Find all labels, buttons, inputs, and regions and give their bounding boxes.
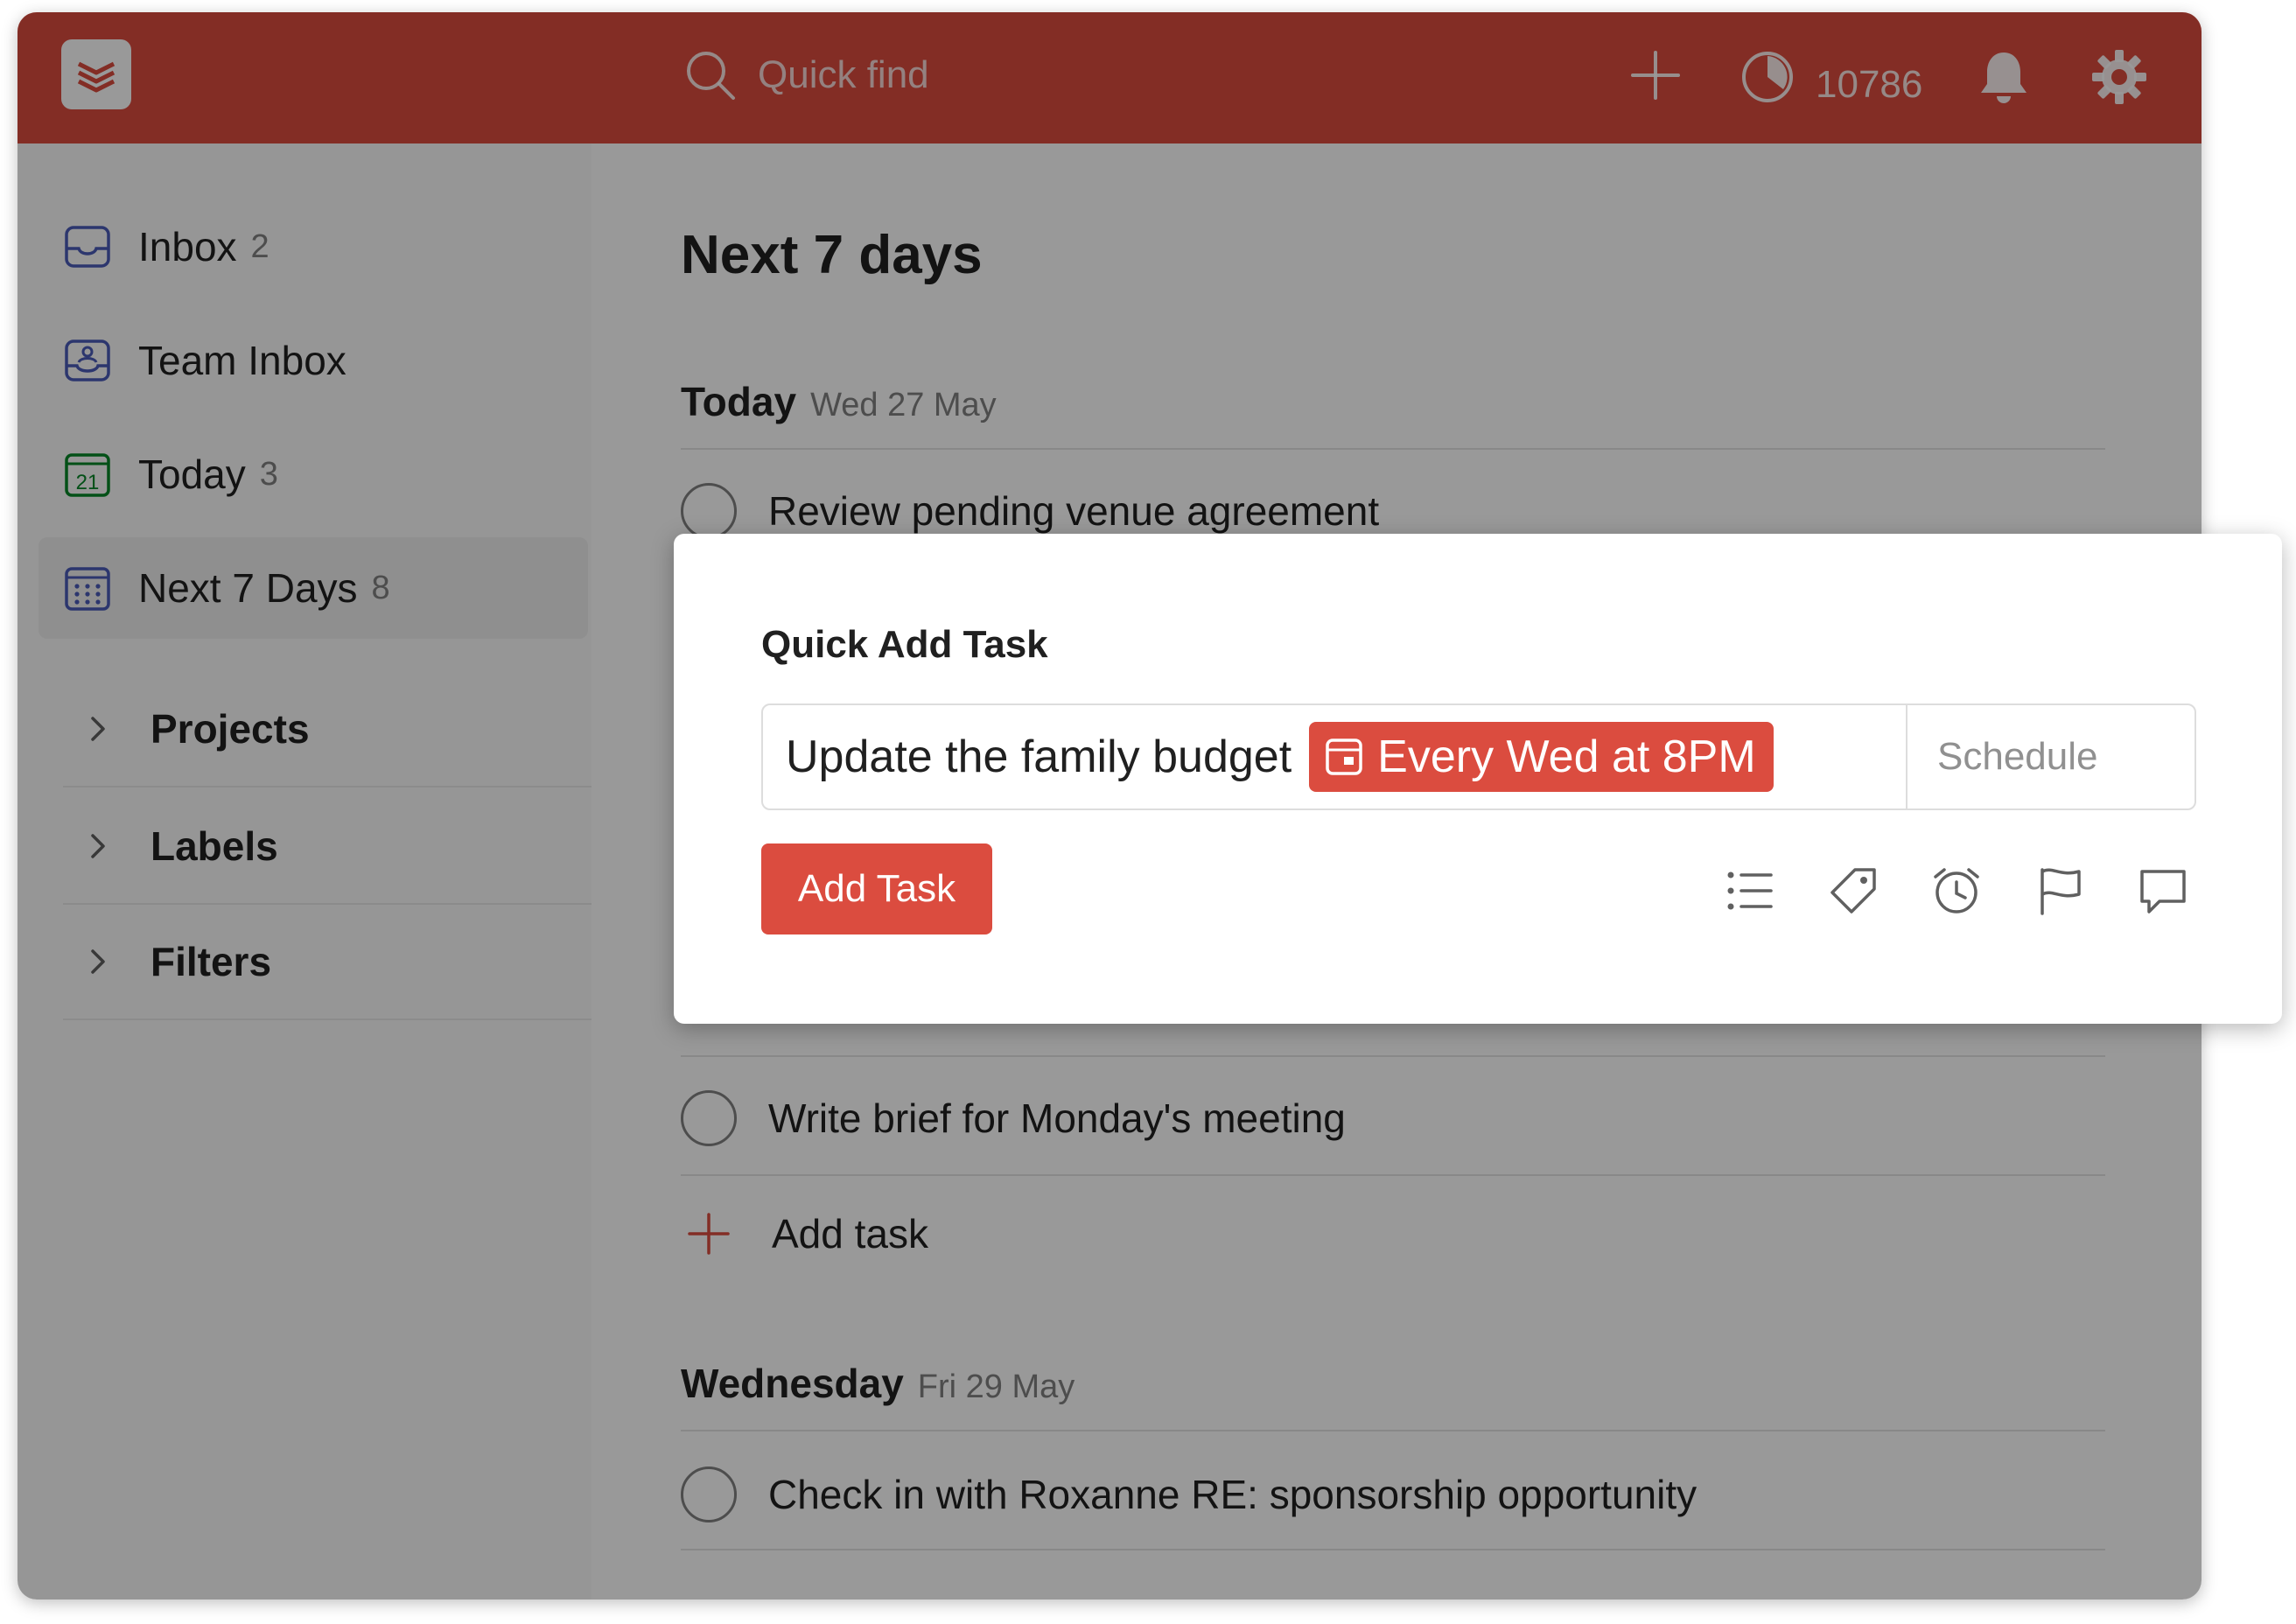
task-input-field[interactable]: Update the family budget Every Wed at 8P… bbox=[761, 704, 2196, 810]
project-list-icon[interactable] bbox=[1722, 863, 1778, 919]
add-task-submit-button[interactable]: Add Task bbox=[761, 844, 992, 934]
priority-flag-icon[interactable] bbox=[2032, 863, 2088, 919]
recurring-date-icon bbox=[1326, 738, 1362, 775]
reminder-alarm-icon[interactable] bbox=[1928, 863, 1984, 919]
schedule-button[interactable]: Schedule bbox=[1906, 705, 2194, 808]
task-input-content[interactable]: Update the family budget Every Wed at 8P… bbox=[763, 705, 1906, 808]
quick-add-dialog: Quick Add Task Update the family budget … bbox=[674, 534, 2282, 1024]
due-date-chip[interactable]: Every Wed at 8PM bbox=[1309, 722, 1774, 792]
dialog-title: Quick Add Task bbox=[761, 623, 1048, 666]
task-input-text[interactable]: Update the family budget bbox=[786, 731, 1292, 783]
comment-icon[interactable] bbox=[2135, 863, 2191, 919]
label-tag-icon[interactable] bbox=[1825, 863, 1881, 919]
due-date-chip-text: Every Wed at 8PM bbox=[1377, 732, 1756, 782]
